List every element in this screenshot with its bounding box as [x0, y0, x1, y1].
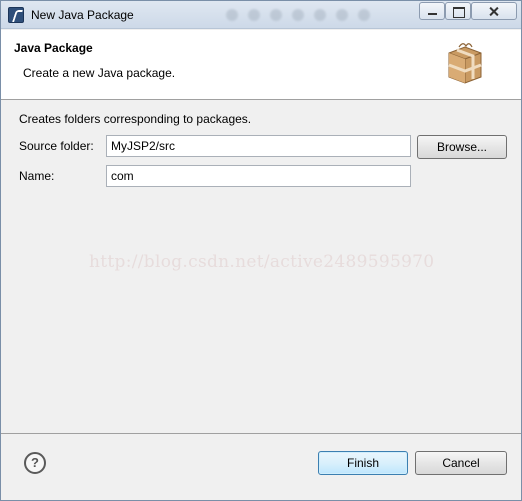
header-banner: Java Package Create a new Java package. [1, 30, 521, 100]
cancel-button[interactable]: Cancel [415, 451, 507, 475]
source-folder-label: Source folder: [19, 139, 94, 153]
package-icon [448, 43, 482, 84]
intro-text: Creates folders corresponding to package… [19, 112, 252, 126]
banner-title: Java Package [14, 41, 93, 55]
title-bar[interactable]: New Java Package [1, 1, 521, 29]
new-java-package-dialog: New Java Package Java Package Create a n… [0, 0, 522, 501]
name-label: Name: [19, 169, 55, 183]
maximize-button[interactable] [445, 2, 471, 20]
blurred-toolbar-area [226, 9, 396, 21]
banner-description: Create a new Java package. [23, 66, 176, 80]
browse-button[interactable]: Browse... [417, 135, 507, 159]
help-icon[interactable]: ? [24, 452, 46, 474]
minimize-button[interactable] [419, 2, 445, 20]
close-button[interactable] [471, 2, 517, 20]
footer-separator [1, 433, 521, 434]
watermark: http://blog.csdn.net/active2489595970 [89, 252, 435, 272]
name-field[interactable]: com [106, 165, 411, 187]
source-folder-field[interactable]: MyJSP2/src [106, 135, 411, 157]
window-title: New Java Package [31, 8, 134, 22]
eclipse-icon [8, 7, 24, 23]
finish-button[interactable]: Finish [318, 451, 408, 475]
